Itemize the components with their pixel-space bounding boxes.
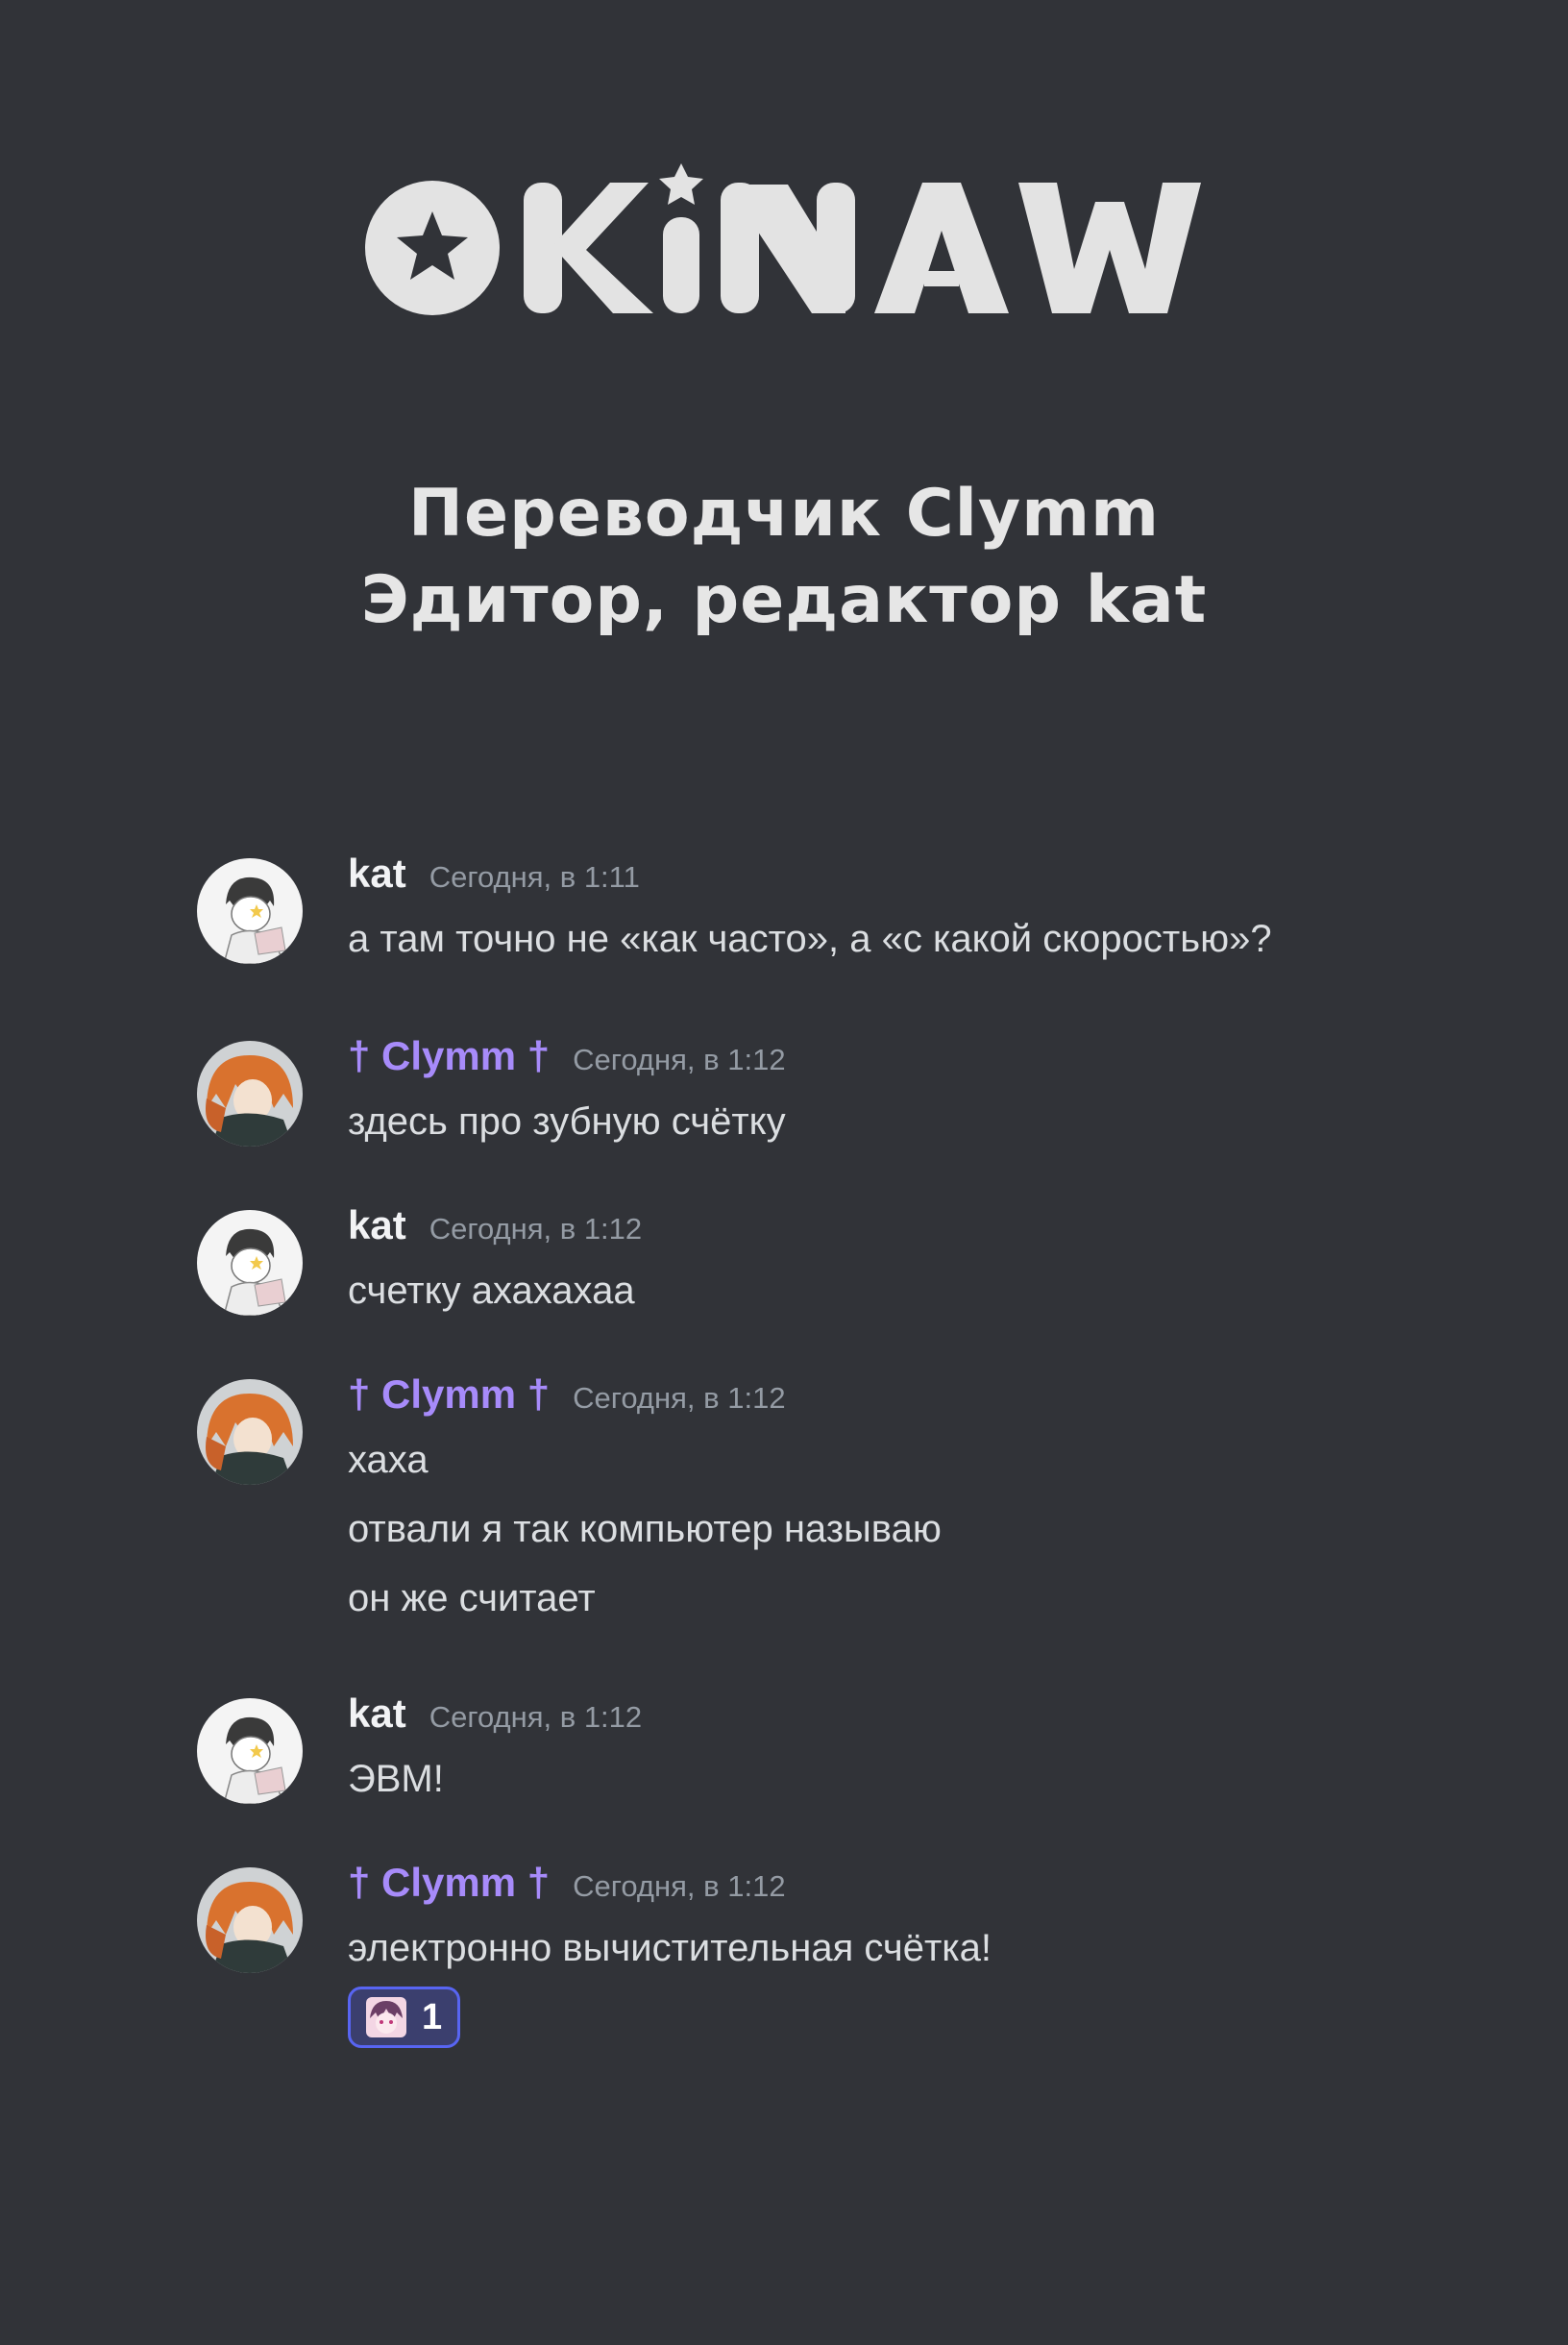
message-author[interactable]: kat <box>348 851 406 897</box>
chat-message: † Clymm † Сегодня, в 1:12 здесь про зубн… <box>197 1033 1446 1156</box>
kat-avatar[interactable] <box>197 858 303 964</box>
chat-log: kat Сегодня, в 1:11 а там точно не «как … <box>197 851 1446 2048</box>
message-text: хаха <box>348 1439 429 1481</box>
reaction-button[interactable]: 1 <box>348 1987 461 2048</box>
message-author[interactable]: † Clymm † <box>348 1033 550 1079</box>
okinawa-logo <box>355 163 1211 327</box>
chat-message: kat Сегодня, в 1:12 счетку ахахахаа <box>197 1202 1446 1325</box>
clymm-avatar[interactable] <box>197 1041 303 1147</box>
message-timestamp: Сегодня, в 1:11 <box>429 860 640 894</box>
clymm-avatar[interactable] <box>197 1867 303 1973</box>
message-text: он же считает <box>348 1577 596 1619</box>
message-text: здесь про зубную счётку <box>348 1100 786 1143</box>
kat-avatar[interactable] <box>197 1210 303 1316</box>
message-timestamp: Сегодня, в 1:12 <box>429 1700 643 1734</box>
kat-avatar[interactable] <box>197 1698 303 1804</box>
editor-credit: Эдитор, редактор kat <box>360 562 1208 638</box>
message-timestamp: Сегодня, в 1:12 <box>573 1043 786 1076</box>
message-timestamp: Сегодня, в 1:12 <box>429 1212 643 1246</box>
message-timestamp: Сегодня, в 1:12 <box>573 1869 786 1903</box>
clymm-avatar[interactable] <box>197 1379 303 1485</box>
message-text: счетку ахахахаа <box>348 1270 635 1312</box>
message-author[interactable]: kat <box>348 1202 406 1248</box>
chat-message: † Clymm † Сегодня, в 1:12 хаха отвали я … <box>197 1371 1446 1633</box>
message-text: отвали я так компьютер называю <box>348 1508 942 1550</box>
translator-credit: Переводчик Clymm <box>408 476 1160 552</box>
anime-girl-emoji-icon <box>366 1997 406 2037</box>
chat-message: † Clymm † Сегодня, в 1:12 электронно выч… <box>197 1860 1446 2048</box>
message-text: ЭВМ! <box>348 1758 444 1800</box>
reaction-count: 1 <box>422 1996 443 2037</box>
message-author[interactable]: † Clymm † <box>348 1371 550 1418</box>
message-text: а там точно не «как часто», а «с какой с… <box>348 918 1272 960</box>
message-text: электронно вычистительная счётка! <box>348 1927 992 1969</box>
message-author[interactable]: † Clymm † <box>348 1860 550 1906</box>
chat-message: kat Сегодня, в 1:11 а там точно не «как … <box>197 851 1446 974</box>
message-timestamp: Сегодня, в 1:12 <box>573 1381 786 1415</box>
credits-block: Переводчик Clymm Эдитор, редактор kat <box>0 471 1568 644</box>
message-author[interactable]: kat <box>348 1691 406 1737</box>
chat-message: kat Сегодня, в 1:12 ЭВМ! <box>197 1691 1446 1814</box>
